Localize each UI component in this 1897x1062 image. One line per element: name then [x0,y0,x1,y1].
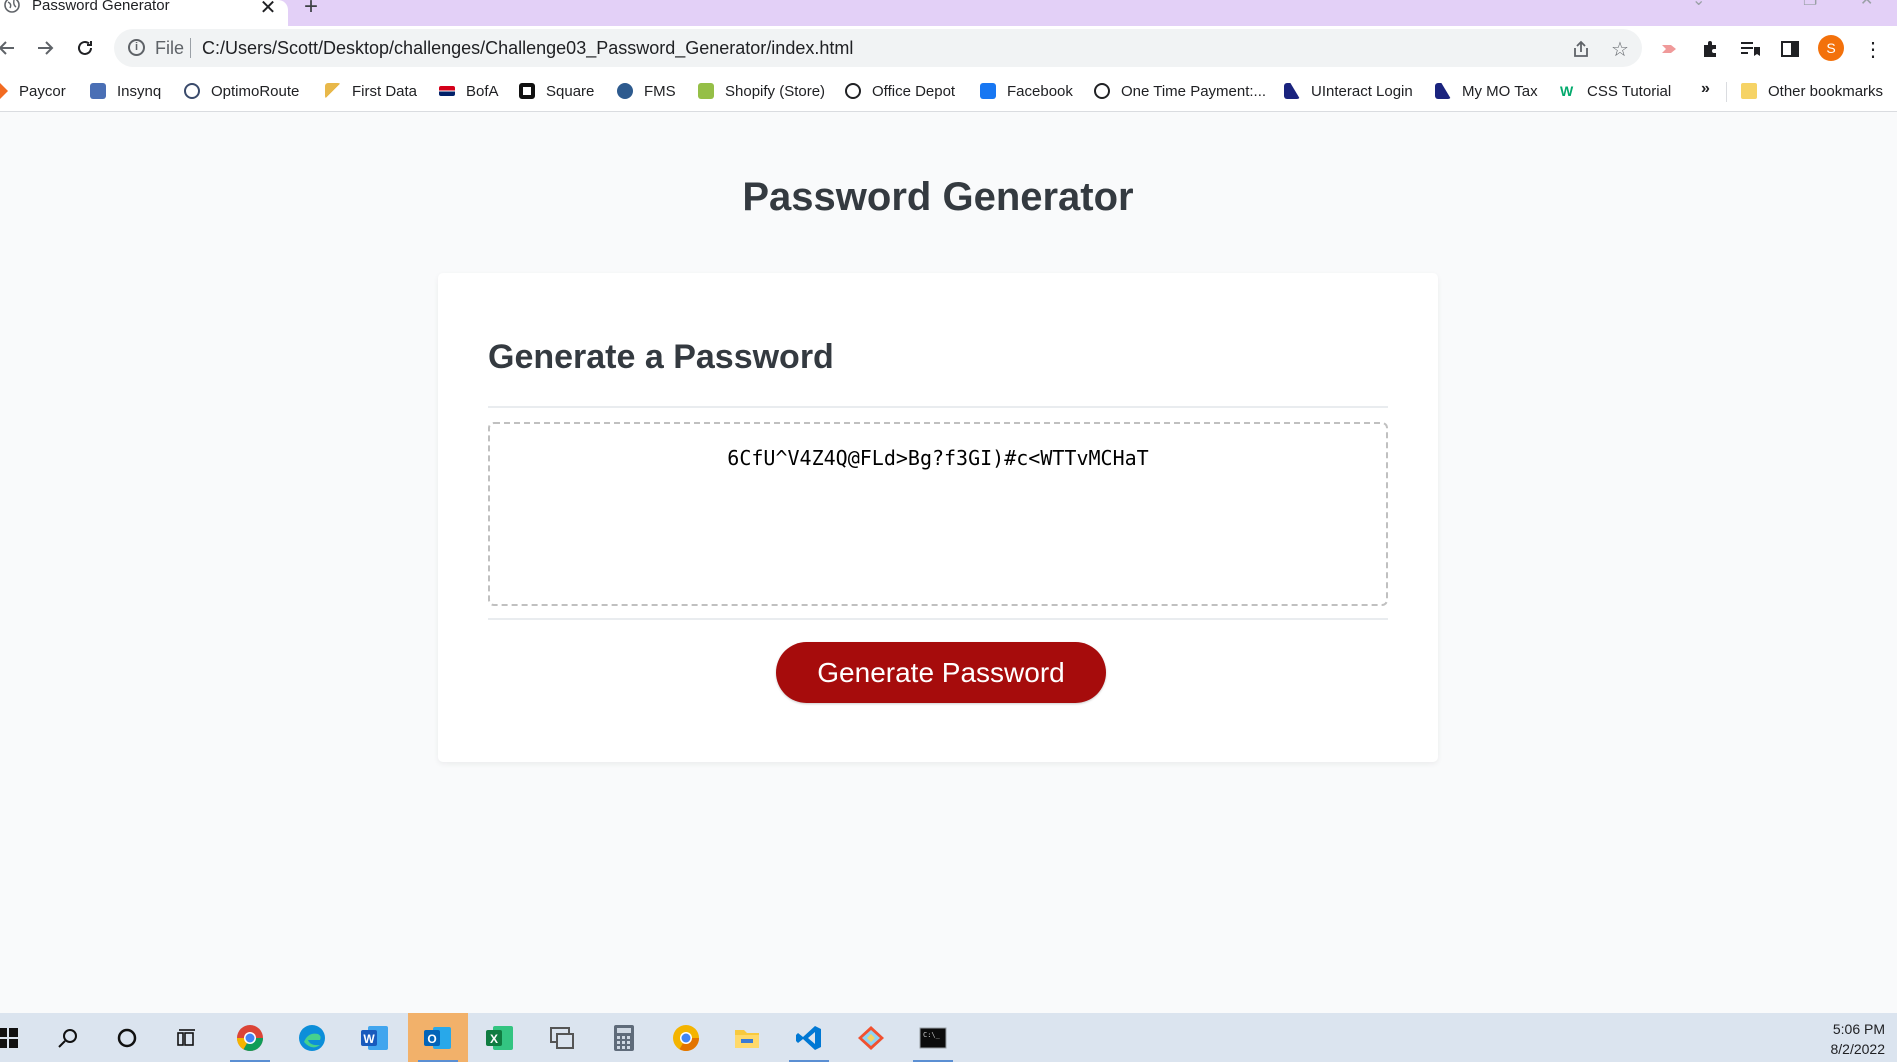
bookmark-star-icon[interactable]: ☆ [1609,38,1631,61]
optimoroute-icon [184,83,200,99]
reload-icon[interactable] [72,35,98,61]
bookmarks-bar: Paycor Insynq OptimoRoute First Data Bof… [0,72,1897,112]
browser-toolbar: i File C:/Users/Scott/Desktop/challenges… [0,26,1897,72]
bookmark-office-depot[interactable]: Office Depot [845,79,955,103]
tab-password-generator[interactable]: Password Generator ✕ [0,0,288,26]
bookmark-other-bookmarks[interactable]: Other bookmarks [1741,79,1883,103]
page-title: Password Generator [742,175,1134,219]
system-clock[interactable]: 5:06 PM 8/2/2022 [1831,1019,1886,1059]
svg-text:W: W [363,1032,375,1046]
svg-text:C:\_: C:\_ [923,1031,941,1039]
shopify-icon [698,83,714,99]
edge-icon[interactable] [282,1013,342,1062]
bookmark-optimoroute[interactable]: OptimoRoute [184,79,299,103]
bookmark-css-tutorial[interactable]: W CSS Tutorial [1560,79,1671,103]
tab-search-icon[interactable]: ⌄ [1692,0,1705,10]
mo-tax-icon [1435,83,1451,99]
bookmark-my-mo-tax[interactable]: My MO Tax [1435,79,1538,103]
bookmark-one-time-payment[interactable]: One Time Payment:... [1094,79,1266,103]
menu-kebab-icon[interactable]: ⋮ [1860,36,1886,62]
folder-icon [1741,83,1757,99]
side-panel-icon[interactable] [1777,36,1803,62]
bookmark-square[interactable]: Square [519,79,594,103]
paycor-icon [0,83,8,99]
clock-time: 5:06 PM [1832,1021,1885,1037]
url-text[interactable]: C:/Users/Scott/Desktop/challenges/Challe… [202,38,853,59]
chrome-canary-icon[interactable] [656,1013,716,1062]
bookmark-shopify[interactable]: Shopify (Store) [698,79,825,103]
globe-icon [1094,83,1110,99]
file-explorer-icon[interactable] [717,1013,777,1062]
bookmark-first-data[interactable]: First Data [325,79,417,103]
url-scheme: File [155,38,185,58]
back-icon[interactable] [0,35,20,61]
tab-close-icon[interactable]: ✕ [258,0,278,20]
uinteract-icon [1284,83,1300,99]
address-bar[interactable]: i File C:/Users/Scott/Desktop/challenges… [114,29,1642,67]
bookmark-facebook[interactable]: Facebook [980,79,1073,103]
new-tab-button[interactable]: + [304,0,318,21]
cortana-icon[interactable] [97,1013,157,1062]
bookmark-insynq[interactable]: Insynq [90,79,161,103]
clock-date: 8/2/2022 [1830,1041,1886,1057]
bookmark-paycor[interactable]: Paycor [0,79,66,103]
globe-icon [4,0,20,13]
card-header: Generate a Password [488,338,834,376]
windows-taskbar: W O X C:\_ 5:06 PM 8/2/2022 [0,1013,1897,1062]
svg-text:O: O [427,1032,436,1046]
outlook-icon[interactable]: O [408,1013,468,1062]
bookmarks-separator [1726,82,1727,102]
share-icon[interactable] [1570,38,1592,60]
divider-bottom [488,618,1388,620]
url-separator [190,38,191,58]
extension-red-icon[interactable] [1656,36,1682,62]
reading-list-icon[interactable] [1737,36,1763,62]
start-icon[interactable] [0,1013,38,1062]
bookmark-uinteract-login[interactable]: UInteract Login [1284,79,1413,103]
remote-desktop-icon[interactable] [532,1013,592,1062]
forward-icon[interactable] [32,35,58,61]
task-view-icon[interactable] [157,1013,217,1062]
git-icon[interactable] [841,1013,901,1062]
insynq-icon [90,83,106,99]
search-icon[interactable] [38,1013,98,1062]
profile-avatar[interactable]: S [1818,35,1844,61]
tab-strip: Password Generator ✕ + ⌄ — ❐ ✕ [0,0,1897,26]
vscode-icon[interactable] [779,1013,839,1062]
calculator-icon[interactable] [594,1013,654,1062]
fms-icon [617,83,633,99]
close-window-button[interactable]: ✕ [1860,0,1873,10]
globe-icon [845,83,861,99]
password-card: Generate a Password 6CfU^V4Z4Q@FLd>Bg?f3… [438,273,1438,762]
password-output[interactable]: 6CfU^V4Z4Q@FLd>Bg?f3GI)#c<WTTvMCHaT [488,422,1388,606]
w3schools-icon: W [1560,83,1574,99]
chrome-icon[interactable] [220,1013,280,1062]
bookmark-fms[interactable]: FMS [617,79,676,103]
extensions-puzzle-icon[interactable] [1697,36,1723,62]
excel-icon[interactable]: X [470,1013,530,1062]
tab-title: Password Generator [32,0,170,14]
square-icon [519,83,535,99]
divider-top [488,406,1388,408]
bookmark-bofa[interactable]: BofA [439,79,499,103]
generate-password-button[interactable]: Generate Password [776,642,1106,703]
word-icon[interactable]: W [345,1013,405,1062]
svg-text:X: X [490,1032,498,1046]
terminal-icon[interactable]: C:\_ [903,1013,963,1062]
minimize-button[interactable]: — [1745,0,1761,8]
bofa-icon [439,86,455,96]
facebook-icon [980,83,996,99]
info-icon[interactable]: i [128,39,145,56]
bookmarks-overflow-chevron[interactable]: » [1701,80,1710,98]
first-data-icon [325,83,341,99]
restore-button[interactable]: ❐ [1803,0,1817,10]
